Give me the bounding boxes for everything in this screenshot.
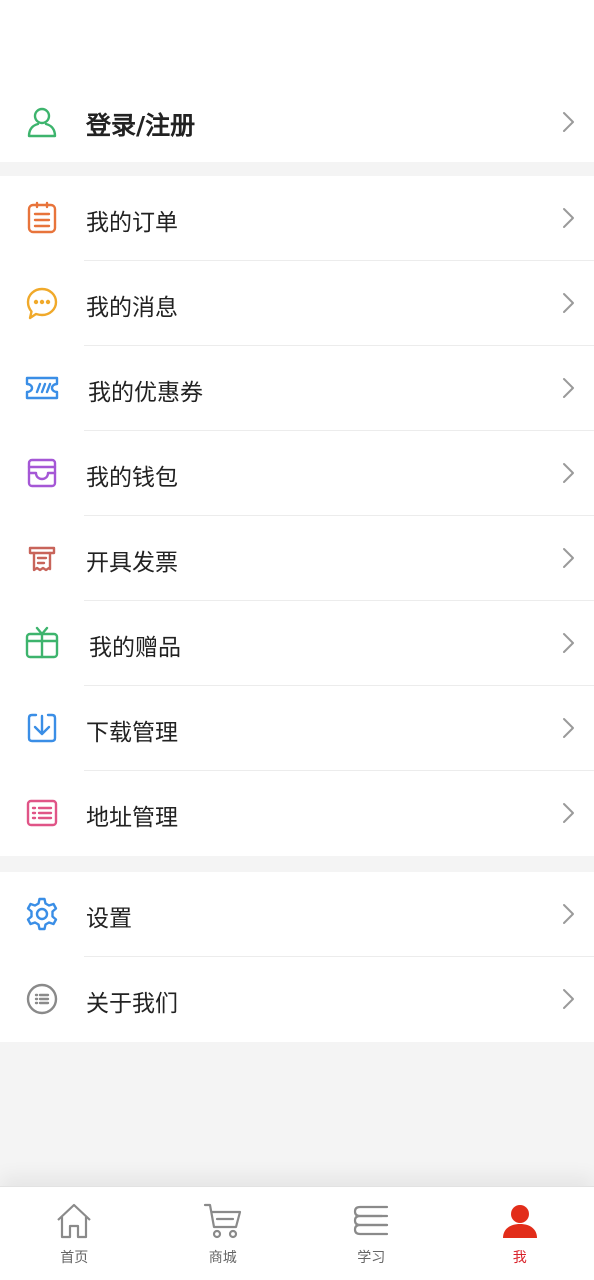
menu-item-address[interactable]: 地址管理 — [0, 771, 594, 856]
chevron-right-icon — [560, 801, 576, 825]
menu-item-label: 我的优惠券 — [88, 380, 203, 406]
order-list-icon — [24, 200, 60, 236]
menu-item-settings[interactable]: 设置 — [0, 872, 594, 957]
menu-item-label: 开具发票 — [86, 550, 178, 576]
menu-item-label: 我的订单 — [86, 210, 178, 236]
chevron-right-icon — [560, 206, 576, 230]
tab-label: 学习 — [357, 1250, 386, 1266]
tab-study[interactable]: 学习 — [297, 1187, 446, 1280]
user-filled-icon — [500, 1201, 540, 1241]
menu-item-coupons[interactable]: 我的优惠券 — [0, 346, 594, 431]
about-list-icon — [24, 981, 60, 1017]
chevron-right-icon — [560, 546, 576, 570]
menu-item-messages[interactable]: 我的消息 — [0, 261, 594, 346]
cart-icon — [203, 1201, 243, 1241]
login-register-label: 登录/注册 — [86, 111, 196, 140]
menu-item-label: 我的消息 — [86, 295, 178, 321]
tab-home[interactable]: 首页 — [0, 1187, 149, 1280]
menu-item-label: 我的赠品 — [89, 635, 181, 661]
invoice-icon — [24, 540, 60, 576]
download-icon — [24, 710, 60, 746]
menu-item-orders[interactable]: 我的订单 — [0, 176, 594, 261]
tab-label: 商城 — [208, 1250, 237, 1266]
menu-item-label: 地址管理 — [86, 805, 178, 831]
login-register-row[interactable]: 登录/注册 — [0, 80, 594, 162]
chevron-right-icon — [560, 291, 576, 315]
profile-page: 登录/注册 我的订单 我的消息 我的优惠券 我的钱包 开具发票 我的赠品 下载管… — [0, 0, 594, 1280]
user-outline-icon — [24, 104, 60, 140]
menu-item-wallet[interactable]: 我的钱包 — [0, 431, 594, 516]
wallet-icon — [24, 455, 60, 491]
chevron-right-icon — [560, 631, 576, 655]
tab-mall[interactable]: 商城 — [149, 1187, 298, 1280]
menu-item-about[interactable]: 关于我们 — [0, 957, 594, 1042]
books-icon — [351, 1201, 391, 1241]
tab-label: 首页 — [60, 1250, 89, 1266]
message-bubble-icon — [24, 285, 60, 321]
bottom-tab-bar: 首页 商城 学习 我 — [0, 1186, 594, 1280]
menu-item-label: 我的钱包 — [86, 465, 178, 491]
chevron-right-icon — [560, 716, 576, 740]
gear-icon — [24, 896, 60, 932]
menu-item-label: 设置 — [86, 906, 132, 932]
home-icon — [54, 1201, 94, 1241]
address-list-icon — [24, 795, 60, 831]
menu-item-label: 关于我们 — [86, 991, 178, 1017]
chevron-right-icon — [560, 376, 576, 400]
chevron-right-icon — [560, 110, 576, 134]
coupon-ticket-icon — [24, 370, 60, 406]
chevron-right-icon — [560, 902, 576, 926]
menu-item-downloads[interactable]: 下载管理 — [0, 686, 594, 771]
tab-me[interactable]: 我 — [446, 1187, 594, 1280]
gift-box-icon — [24, 625, 60, 661]
menu-item-invoice[interactable]: 开具发票 — [0, 516, 594, 601]
menu-item-gifts[interactable]: 我的赠品 — [0, 601, 594, 686]
menu-item-label: 下载管理 — [86, 720, 178, 746]
chevron-right-icon — [560, 461, 576, 485]
tab-label: 我 — [512, 1250, 527, 1266]
chevron-right-icon — [560, 987, 576, 1011]
